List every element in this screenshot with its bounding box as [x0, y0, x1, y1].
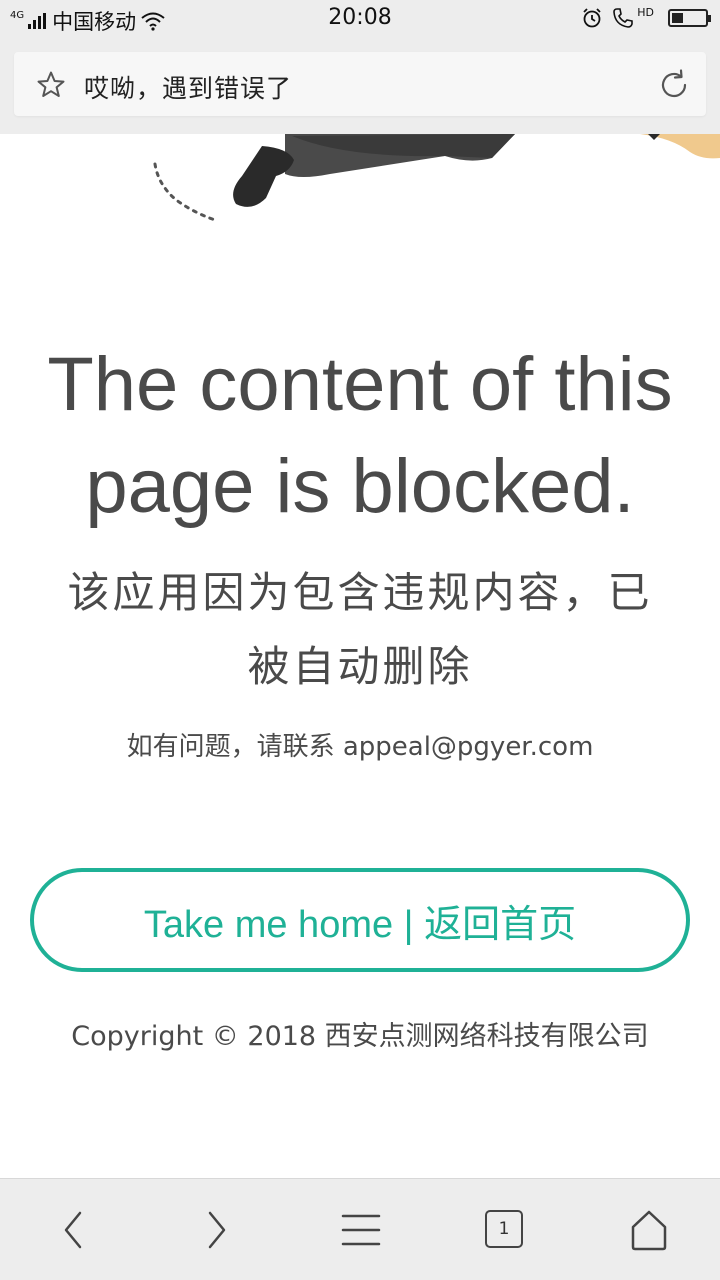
- star-icon[interactable]: [36, 70, 66, 100]
- menu-icon: [341, 1214, 381, 1246]
- status-bar: 4G 中国移动 20:08 HD: [0, 0, 720, 38]
- headline-line-2: page is blocked.: [85, 444, 635, 529]
- subheadline-line-2: 被自动删除: [247, 642, 473, 691]
- home-icon: [631, 1210, 667, 1251]
- menu-button[interactable]: [338, 1207, 384, 1253]
- home-nav-button[interactable]: [626, 1207, 672, 1253]
- tab-count: 1: [498, 1219, 510, 1239]
- home-button-label: Take me home | 返回首页: [143, 903, 577, 946]
- back-icon: [64, 1211, 82, 1249]
- battery-fill: [672, 13, 684, 23]
- blocked-headline: The content of this page is blocked.: [20, 334, 700, 538]
- blocked-subheadline: 该应用因为包含违规内容，已 被自动删除: [30, 556, 690, 704]
- hd-label: HD: [637, 5, 654, 19]
- headline-line-1: The content of this: [47, 342, 673, 427]
- address-bar[interactable]: 哎呦，遇到错误了: [14, 52, 706, 116]
- bottom-toolbar: 1: [0, 1178, 720, 1280]
- home-button[interactable]: Take me home | 返回首页: [30, 868, 690, 972]
- page-title: 哎呦，遇到错误了: [84, 74, 293, 103]
- contact-text: 如有问题，请联系 appeal@pgyer.com: [126, 732, 594, 762]
- tabs-icon[interactable]: 1: [485, 1210, 523, 1248]
- alarm-icon: [583, 8, 601, 28]
- reload-icon[interactable]: [656, 67, 692, 103]
- forward-icon: [208, 1211, 226, 1249]
- forward-button[interactable]: [194, 1207, 240, 1253]
- error-illustration: [153, 134, 720, 222]
- address-bar-area: 哎呦，遇到错误了: [0, 38, 720, 134]
- battery-icon: [668, 9, 711, 27]
- phone-icon: [613, 8, 634, 28]
- subheadline-line-1: 该应用因为包含违规内容，已: [67, 568, 653, 617]
- copyright-text: Copyright © 2018 西安点测网络科技有限公司: [71, 1021, 649, 1052]
- status-right: HD: [581, 5, 711, 30]
- back-button[interactable]: [50, 1207, 96, 1253]
